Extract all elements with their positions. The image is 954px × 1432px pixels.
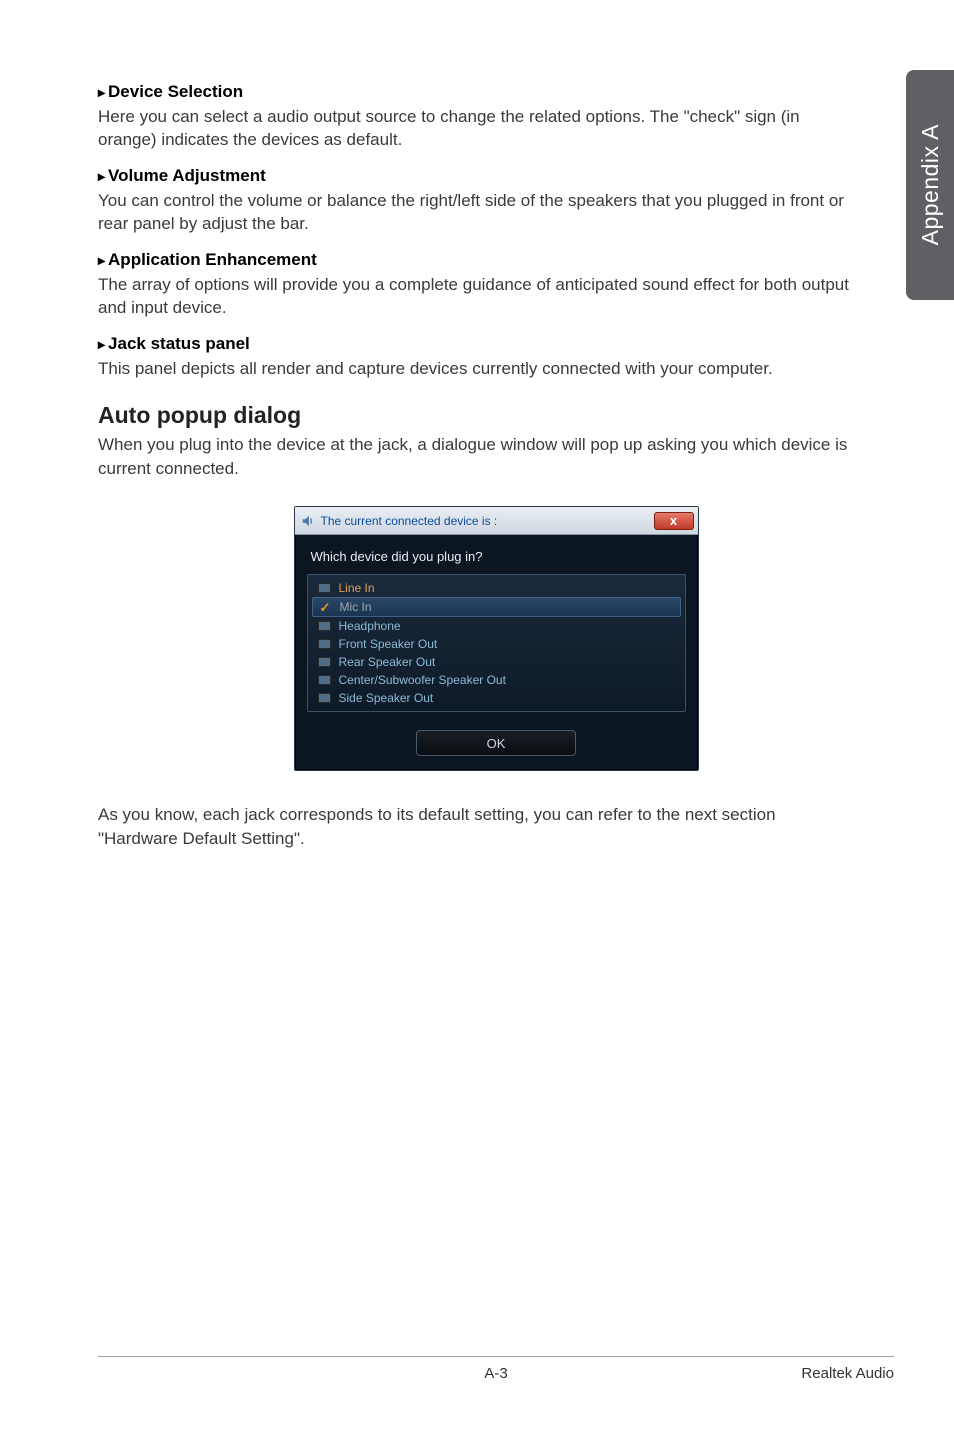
title-text: Application Enhancement [108, 250, 317, 269]
dialog-title-left: The current connected device is : [301, 514, 498, 528]
footer-page-number: A-3 [98, 1365, 894, 1382]
jack-icon [318, 583, 331, 593]
device-option-label: Center/Subwoofer Speaker Out [339, 673, 506, 687]
bullet-icon: ▸ [98, 168, 105, 184]
device-option-label: Side Speaker Out [339, 691, 434, 705]
dialog-wrap: The current connected device is : x Whic… [98, 506, 894, 771]
section-title: ▸Jack status panel [98, 334, 858, 354]
device-list: Line In ✓ Mic In Headphone Front Speaker Out… [307, 574, 686, 712]
auto-popup-intro: When you plug into the device at the jac… [98, 433, 858, 480]
device-option-label: Line In [339, 581, 375, 595]
speaker-icon [301, 514, 315, 528]
section-device-selection: ▸Device Selection Here you can select a … [98, 82, 858, 152]
section-title: ▸Device Selection [98, 82, 858, 102]
title-text: Volume Adjustment [108, 166, 266, 185]
jack-icon [318, 639, 331, 649]
device-option[interactable]: Front Speaker Out [312, 635, 681, 653]
device-option[interactable]: Center/Subwoofer Speaker Out [312, 671, 681, 689]
section-application-enhancement: ▸Application Enhancement The array of op… [98, 250, 858, 320]
page-footer: A-3 Realtek Audio [98, 1356, 894, 1382]
ok-label: OK [487, 736, 506, 751]
jack-icon [318, 657, 331, 667]
dialog-question: Which device did you plug in? [311, 549, 684, 564]
device-option[interactable]: Headphone [312, 617, 681, 635]
check-icon: ✓ [319, 601, 332, 614]
close-button[interactable]: x [654, 512, 694, 530]
section-body: This panel depicts all render and captur… [98, 357, 858, 380]
heading-auto-popup: Auto popup dialog [98, 402, 894, 429]
jack-icon [318, 621, 331, 631]
device-option-label: Headphone [339, 619, 401, 633]
section-title: ▸Volume Adjustment [98, 166, 858, 186]
bullet-icon: ▸ [98, 336, 105, 352]
close-icon: x [670, 514, 677, 527]
device-option[interactable]: ✓ Mic In [312, 597, 681, 617]
jack-icon [318, 675, 331, 685]
title-text: Device Selection [108, 82, 243, 101]
jack-icon [318, 693, 331, 703]
section-title: ▸Application Enhancement [98, 250, 858, 270]
dialog-titlebar[interactable]: The current connected device is : x [295, 507, 698, 535]
dialog-title: The current connected device is : [321, 514, 498, 528]
bullet-icon: ▸ [98, 84, 105, 100]
after-dialog-text: As you know, each jack corresponds to it… [98, 803, 858, 850]
bullet-icon: ▸ [98, 252, 105, 268]
device-option[interactable]: Side Speaker Out [312, 689, 681, 707]
device-option[interactable]: Rear Speaker Out [312, 653, 681, 671]
dialog-body: Which device did you plug in? Line In ✓ Mi… [295, 535, 698, 770]
side-tab-label: Appendix A [917, 124, 944, 245]
device-option-label: Front Speaker Out [339, 637, 438, 651]
device-option-label: Rear Speaker Out [339, 655, 436, 669]
device-option[interactable]: Line In [312, 579, 681, 597]
device-option-label: Mic In [340, 600, 372, 614]
section-body: The array of options will provide you a … [98, 273, 858, 320]
section-body: Here you can select a audio output sourc… [98, 105, 858, 152]
side-tab-appendix: Appendix A [906, 70, 954, 300]
section-body: You can control the volume or balance th… [98, 189, 858, 236]
section-volume-adjustment: ▸Volume Adjustment You can control the v… [98, 166, 858, 236]
dialog-ok-row: OK [307, 730, 686, 756]
section-jack-status-panel: ▸Jack status panel This panel depicts al… [98, 334, 858, 380]
ok-button[interactable]: OK [416, 730, 576, 756]
device-dialog: The current connected device is : x Whic… [294, 506, 699, 771]
title-text: Jack status panel [108, 334, 250, 353]
